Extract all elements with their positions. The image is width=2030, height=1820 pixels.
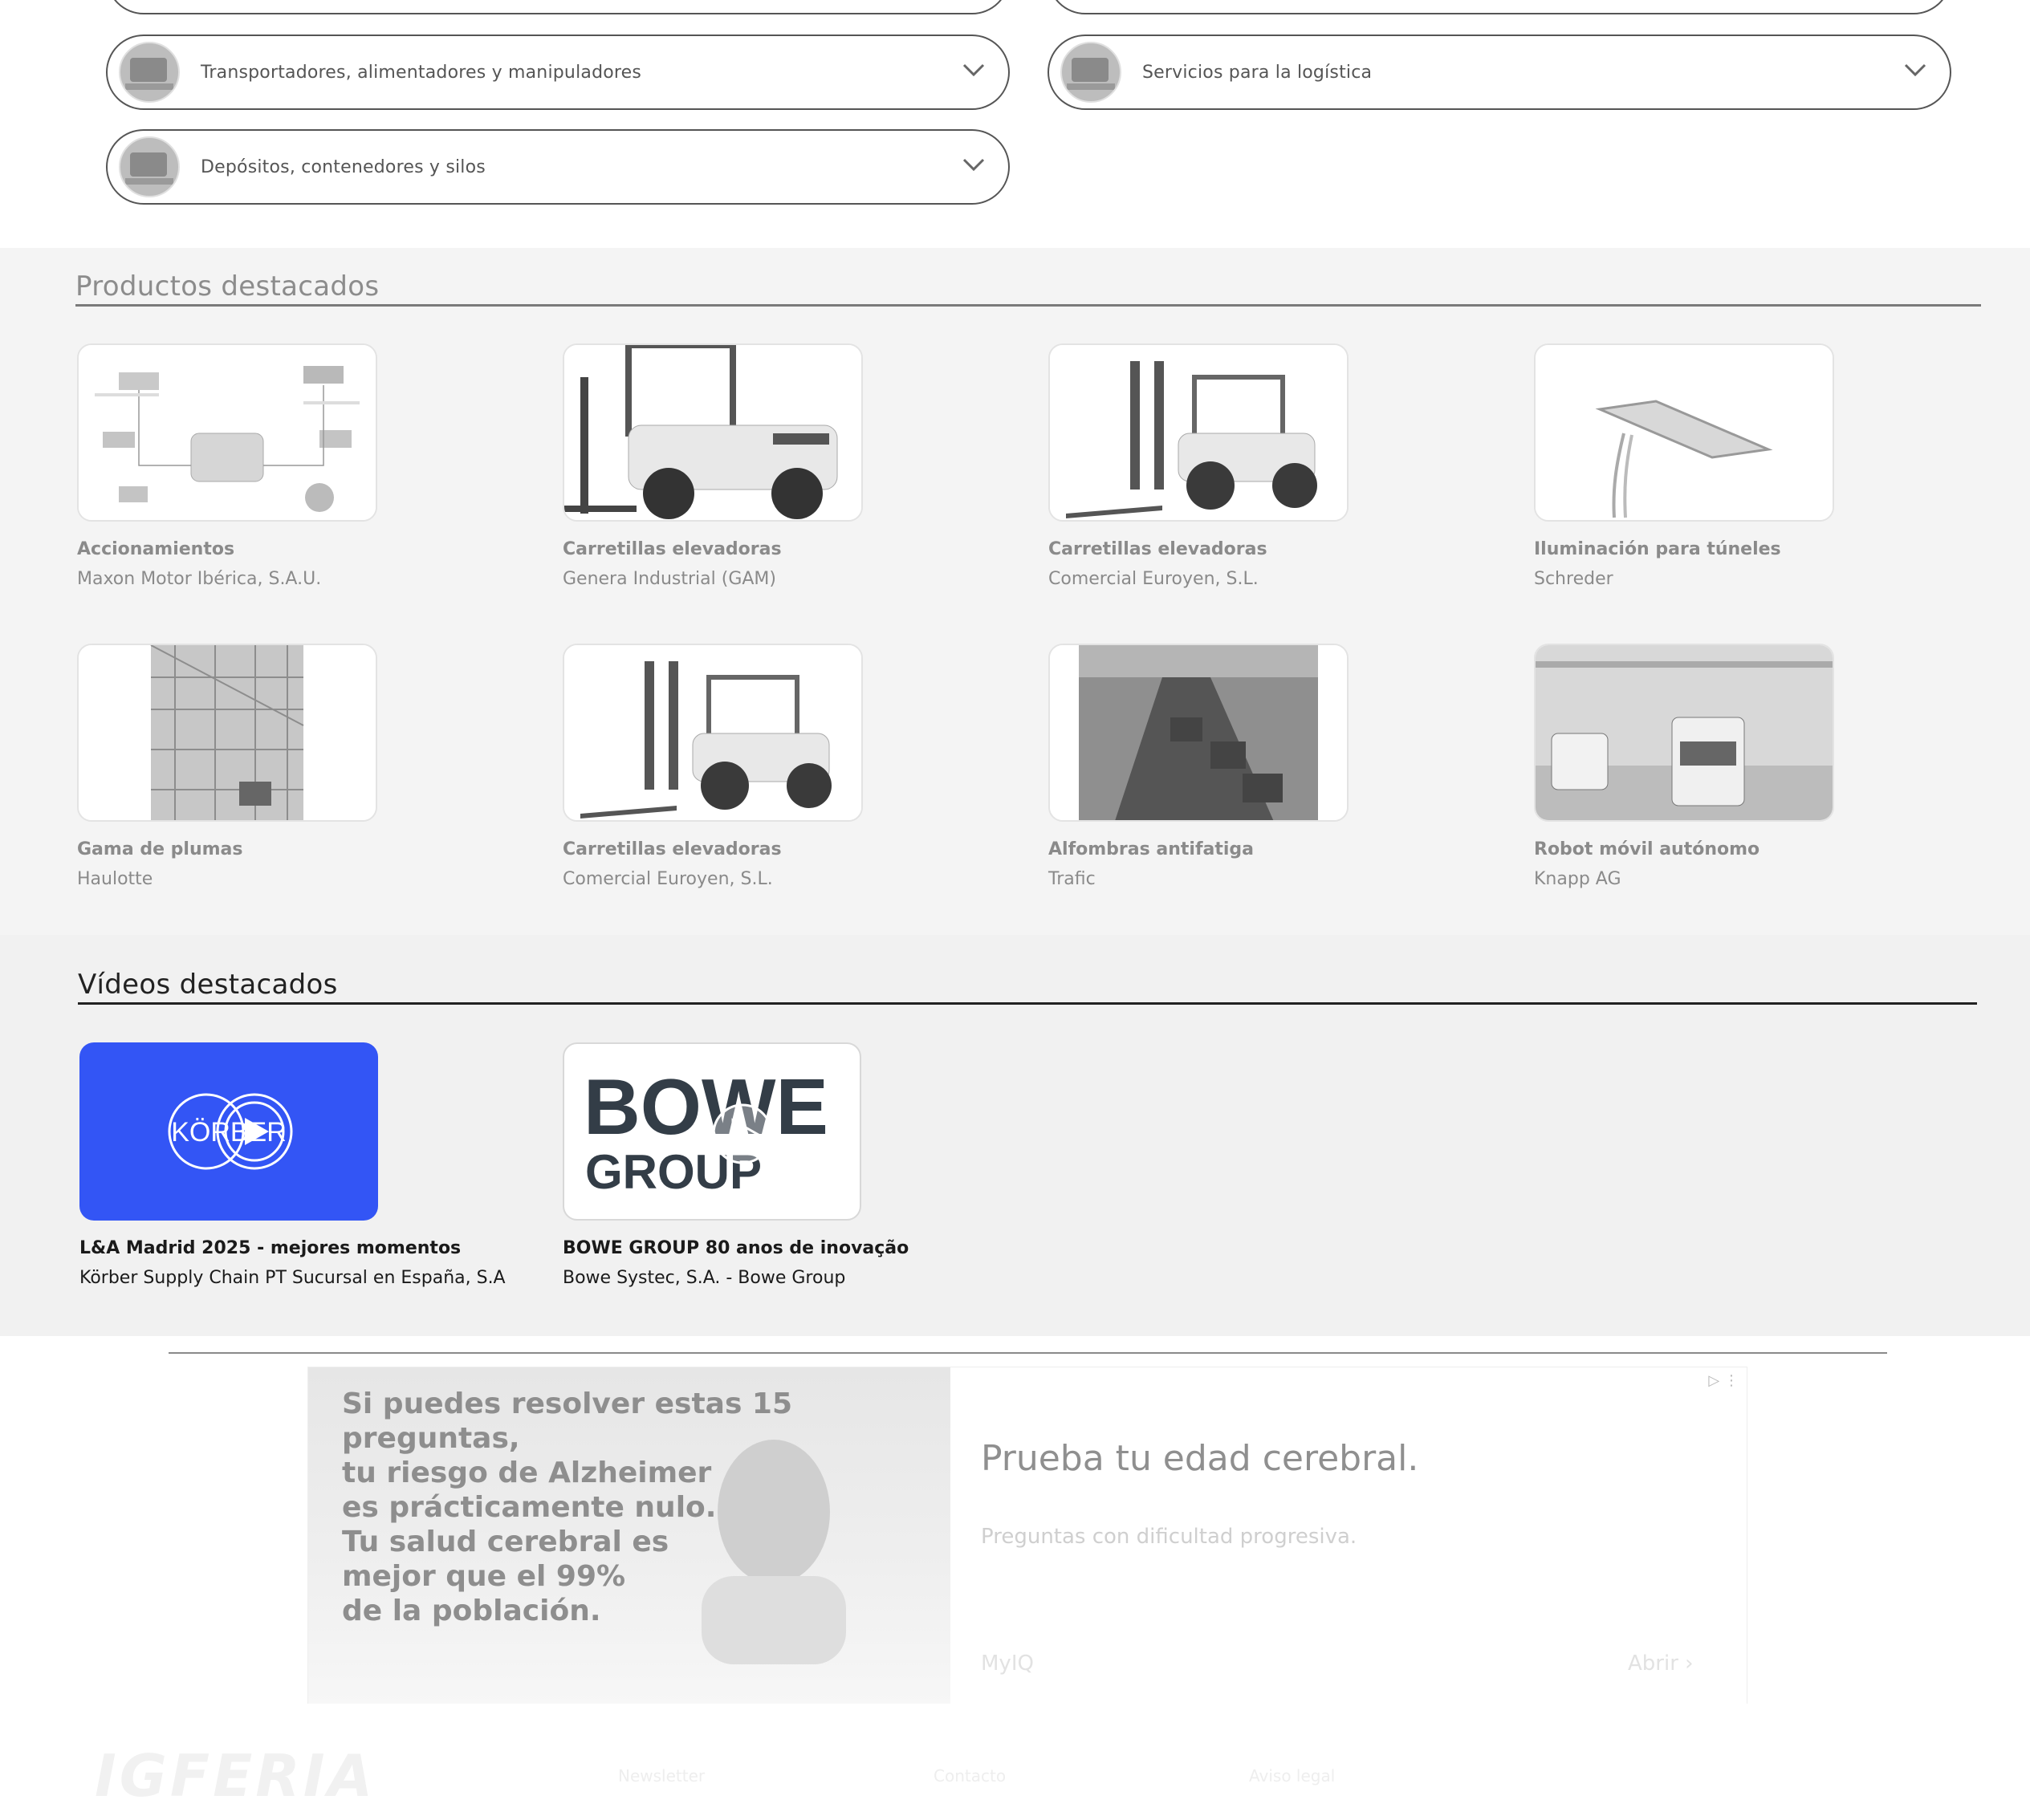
product-image[interactable]	[1048, 644, 1349, 822]
section-title: Vídeos destacados	[78, 969, 338, 1001]
ad-open-button[interactable]: Abrir ›	[1628, 1651, 1694, 1676]
product-image[interactable]	[1534, 644, 1834, 822]
footer-link[interactable]: Aviso legal	[1249, 1766, 1335, 1785]
product-image[interactable]	[77, 644, 377, 822]
advertisement-banner[interactable]: Si puedes resolver estas 15 preguntas, t…	[307, 1367, 1747, 1705]
ad-choices-icon[interactable]: ▷ ⋮	[1708, 1372, 1739, 1389]
chevron-right-icon: ›	[1685, 1651, 1694, 1676]
product-title[interactable]: Iluminación para túneles	[1534, 539, 1834, 559]
video-title[interactable]: L&A Madrid 2025 - mejores momentos	[79, 1238, 561, 1258]
product-title[interactable]: Robot móvil autónomo	[1534, 839, 1834, 859]
video-company[interactable]: Bowe Systec, S.A. - Bowe Group	[563, 1268, 1044, 1288]
ad-image[interactable]: Si puedes resolver estas 15 preguntas, t…	[308, 1367, 950, 1704]
video-card[interactable]: KÖRBER L&A Madrid 2025 - mejores momento…	[79, 1042, 561, 1288]
category-label: Servicios para la logística	[1142, 62, 1373, 83]
product-image[interactable]	[1048, 343, 1349, 522]
footer-logo[interactable]: IGFERIA	[95, 1742, 376, 1810]
category-accordion-servicios[interactable]: Servicios para la logística	[1048, 35, 1951, 110]
product-title[interactable]: Carretillas elevadoras	[1048, 539, 1349, 559]
product-title[interactable]: Alfombras antifatiga	[1048, 839, 1349, 859]
category-label: Transportadores, alimentadores y manipul…	[201, 62, 642, 83]
category-thumbnail	[119, 136, 180, 197]
product-card[interactable]: Accionamientos Maxon Motor Ibérica, S.A.…	[77, 343, 377, 589]
product-title[interactable]: Carretillas elevadoras	[563, 539, 863, 559]
ad-divider	[169, 1352, 1887, 1354]
section-divider	[75, 304, 1981, 307]
chevron-down-icon[interactable]	[1903, 62, 1927, 78]
product-card[interactable]: Alfombras antifatiga Trafic	[1048, 644, 1349, 889]
product-company[interactable]: Maxon Motor Ibérica, S.A.U.	[77, 569, 377, 589]
category-accordion-partial-left[interactable]	[106, 0, 1010, 14]
product-company[interactable]: Knapp AG	[1534, 869, 1834, 889]
section-title: Productos destacados	[75, 270, 380, 303]
footer-link[interactable]: Newsletter	[618, 1766, 705, 1785]
product-image[interactable]	[77, 343, 377, 522]
category-thumbnail	[119, 42, 180, 103]
product-card[interactable]: Robot móvil autónomo Knapp AG	[1534, 644, 1834, 889]
product-company[interactable]: Trafic	[1048, 869, 1349, 889]
section-divider	[78, 1002, 1977, 1005]
product-card[interactable]: Carretillas elevadoras Comercial Euroyen…	[563, 644, 863, 889]
ad-title[interactable]: Prueba tu edad cerebral.	[981, 1438, 1418, 1479]
product-title[interactable]: Gama de plumas	[77, 839, 377, 859]
ad-portrait	[702, 1440, 846, 1664]
category-accordion-transportadores[interactable]: Transportadores, alimentadores y manipul…	[106, 35, 1010, 110]
category-thumbnail	[1060, 42, 1121, 103]
product-card[interactable]: Carretillas elevadoras Comercial Euroyen…	[1048, 343, 1349, 589]
product-company[interactable]: Genera Industrial (GAM)	[563, 569, 863, 589]
chevron-down-icon[interactable]	[962, 156, 986, 173]
product-card[interactable]: Iluminación para túneles Schreder	[1534, 343, 1834, 589]
product-title[interactable]: Accionamientos	[77, 539, 377, 559]
product-company[interactable]: Comercial Euroyen, S.L.	[563, 869, 863, 889]
category-accordion-section: Transportadores, alimentadores y manipul…	[0, 0, 2030, 248]
product-card[interactable]: Carretillas elevadoras Genera Industrial…	[563, 343, 863, 589]
ad-brand: MyIQ	[981, 1651, 1034, 1676]
category-accordion-partial-right[interactable]	[1048, 0, 1951, 14]
product-image[interactable]	[563, 343, 863, 522]
category-accordion-depositos[interactable]: Depósitos, contenedores y silos	[106, 129, 1010, 205]
featured-products-section: Productos destacados Accionamientos Maxo…	[0, 248, 2030, 935]
category-label: Depósitos, contenedores y silos	[201, 156, 486, 177]
product-image[interactable]	[1534, 343, 1834, 522]
product-card[interactable]: Gama de plumas Haulotte	[77, 644, 377, 889]
product-company[interactable]: Haulotte	[77, 869, 377, 889]
video-title[interactable]: BOWE GROUP 80 anos de inovação	[563, 1238, 1044, 1258]
ad-subtitle: Preguntas con dificultad progresiva.	[981, 1525, 1357, 1549]
product-title[interactable]: Carretillas elevadoras	[563, 839, 863, 859]
video-card[interactable]: BOWE GROUP BOWE GROUP 80 anos de inovaçã…	[563, 1042, 1044, 1288]
video-thumbnail[interactable]: KÖRBER	[79, 1042, 378, 1221]
chevron-down-icon[interactable]	[962, 62, 986, 78]
video-thumbnail[interactable]: BOWE GROUP	[563, 1042, 861, 1221]
product-company[interactable]: Schreder	[1534, 569, 1834, 589]
video-thumb-logo-line1: BOWE	[584, 1062, 828, 1151]
product-image[interactable]	[563, 644, 863, 822]
footer-link[interactable]: Contacto	[934, 1766, 1006, 1785]
video-company[interactable]: Körber Supply Chain PT Sucursal en Españ…	[79, 1268, 561, 1288]
product-company[interactable]: Comercial Euroyen, S.L.	[1048, 569, 1349, 589]
featured-videos-section: Vídeos destacados KÖRBER L&A Madrid 2025…	[0, 935, 2030, 1336]
footer: IGFERIA Newsletter Contacto Aviso legal	[0, 1704, 2030, 1820]
